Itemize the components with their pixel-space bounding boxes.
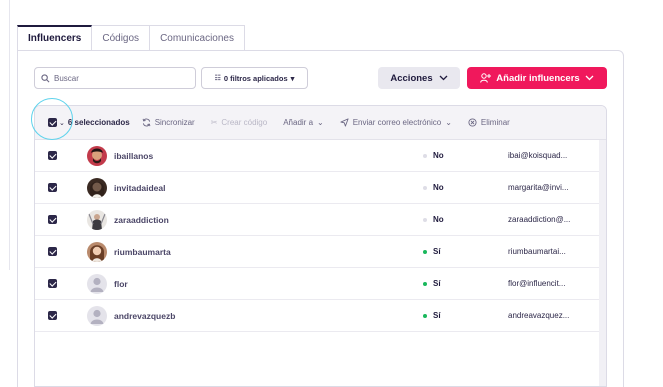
- actions-dropdown[interactable]: Acciones: [378, 67, 460, 89]
- search-icon: [41, 73, 50, 82]
- add-user-icon: [480, 73, 492, 83]
- influencer-handle[interactable]: invitadaideal: [114, 183, 166, 193]
- search-input[interactable]: [54, 73, 194, 83]
- influencer-handle[interactable]: flor: [114, 279, 128, 289]
- tab-comunicaciones[interactable]: Comunicaciones: [150, 25, 245, 51]
- filter-icon: ☷: [214, 75, 221, 82]
- create-code-label: Crear código: [221, 118, 268, 127]
- row-checkbox[interactable]: [48, 151, 57, 160]
- status-dot: [423, 217, 427, 222]
- table-row[interactable]: andrevazquezb Sí andreavazquez...: [35, 300, 599, 332]
- scissors-icon: ✂: [210, 118, 218, 127]
- add-to-label: Añadir a: [283, 118, 314, 127]
- email-cell: margarita@invi...: [508, 183, 569, 192]
- status-cell: No: [423, 151, 444, 160]
- table-row[interactable]: zaraaddiction No zaraaddiction@...: [35, 204, 599, 236]
- email-cell: andreavazquez...: [508, 311, 570, 320]
- influencers-table: ⌄ 6 seleccionados Sincronizar ✂ Crear có…: [34, 105, 607, 387]
- row-checkbox[interactable]: [48, 279, 57, 288]
- delete-icon: [468, 118, 477, 127]
- selected-count: 6 seleccionados: [67, 118, 130, 127]
- avatar: [87, 178, 107, 198]
- row-checkbox[interactable]: [48, 311, 57, 320]
- status-label: Sí: [433, 247, 441, 256]
- left-divider: [9, 0, 10, 270]
- chevron-down-icon: ⌄: [445, 118, 452, 127]
- row-checkbox[interactable]: [48, 247, 57, 256]
- chevron-down-icon[interactable]: ⌄: [59, 119, 65, 127]
- influencer-handle[interactable]: andrevazquezb: [114, 311, 175, 321]
- table-row[interactable]: invitadaideal No margarita@invi...: [35, 172, 599, 204]
- actions-label: Acciones: [390, 72, 433, 84]
- sync-label: Sincronizar: [154, 118, 195, 127]
- status-label: No: [433, 215, 444, 224]
- table-row[interactable]: riumbaumarta Sí riumbaumartai...: [35, 236, 599, 268]
- status-cell: Sí: [423, 311, 441, 320]
- send-email-dropdown[interactable]: Enviar correo electrónico ⌄: [340, 118, 452, 127]
- search-box[interactable]: [34, 67, 196, 89]
- avatar: [87, 242, 107, 262]
- avatar-placeholder: [87, 274, 107, 294]
- status-cell: Sí: [423, 247, 441, 256]
- chevron-down-icon: ⌄: [317, 118, 324, 127]
- email-cell: riumbaumartai...: [508, 247, 566, 256]
- avatar: [87, 210, 107, 230]
- status-dot: [423, 185, 427, 190]
- table-row[interactable]: flor Sí flor@influencit...: [35, 268, 599, 300]
- send-email-label: Enviar correo electrónico: [352, 118, 442, 127]
- sync-icon: [142, 118, 151, 127]
- row-checkbox[interactable]: [48, 215, 57, 224]
- influencer-handle[interactable]: riumbaumarta: [114, 247, 171, 257]
- table-scrollbar[interactable]: [599, 140, 606, 386]
- delete-button[interactable]: Eliminar: [468, 118, 510, 127]
- status-label: No: [433, 183, 444, 192]
- status-dot: [423, 313, 427, 318]
- influencer-handle[interactable]: ibaillanos: [114, 151, 153, 161]
- status-label: Sí: [433, 279, 441, 288]
- status-cell: No: [423, 215, 444, 224]
- delete-label: Eliminar: [480, 118, 510, 127]
- chevron-down-icon: [585, 75, 594, 81]
- tab-bar: Influencers Códigos Comunicaciones: [17, 25, 245, 51]
- filters-label: 0 filtros aplicados: [223, 73, 288, 83]
- send-icon: [340, 118, 349, 127]
- row-checkbox[interactable]: [48, 183, 57, 192]
- status-cell: Sí: [423, 279, 441, 288]
- create-code-button[interactable]: ✂ Crear código: [211, 118, 268, 127]
- avatar-placeholder: [87, 306, 107, 326]
- tab-codigos[interactable]: Códigos: [92, 25, 151, 51]
- status-cell: No: [423, 183, 444, 192]
- status-dot: [423, 153, 427, 158]
- caret-down-icon: ▾: [290, 73, 295, 83]
- status-label: No: [433, 151, 444, 160]
- sync-button[interactable]: Sincronizar: [142, 118, 195, 127]
- add-influencers-button[interactable]: Añadir influencers: [467, 67, 607, 89]
- tab-influencers[interactable]: Influencers: [17, 25, 93, 51]
- influencer-handle[interactable]: zaraaddiction: [114, 215, 169, 225]
- chevron-down-icon: [439, 75, 448, 81]
- email-cell: ibai@koisquad...: [508, 151, 568, 160]
- select-all-checkbox[interactable]: [48, 118, 57, 127]
- add-influencers-label: Añadir influencers: [496, 72, 580, 84]
- filters-button[interactable]: ☷ 0 filtros aplicados ▾: [201, 67, 308, 89]
- status-label: Sí: [433, 311, 441, 320]
- email-cell: zaraaddiction@...: [508, 215, 571, 224]
- table-row[interactable]: ibaillanos No ibai@koisquad...: [35, 140, 599, 172]
- email-cell: flor@influencit...: [508, 279, 566, 288]
- add-to-dropdown[interactable]: Añadir a ⌄: [283, 118, 324, 127]
- avatar: [87, 146, 107, 166]
- status-dot: [423, 249, 427, 254]
- status-dot: [423, 281, 427, 286]
- bulk-actions-bar: ⌄ 6 seleccionados Sincronizar ✂ Crear có…: [35, 106, 606, 140]
